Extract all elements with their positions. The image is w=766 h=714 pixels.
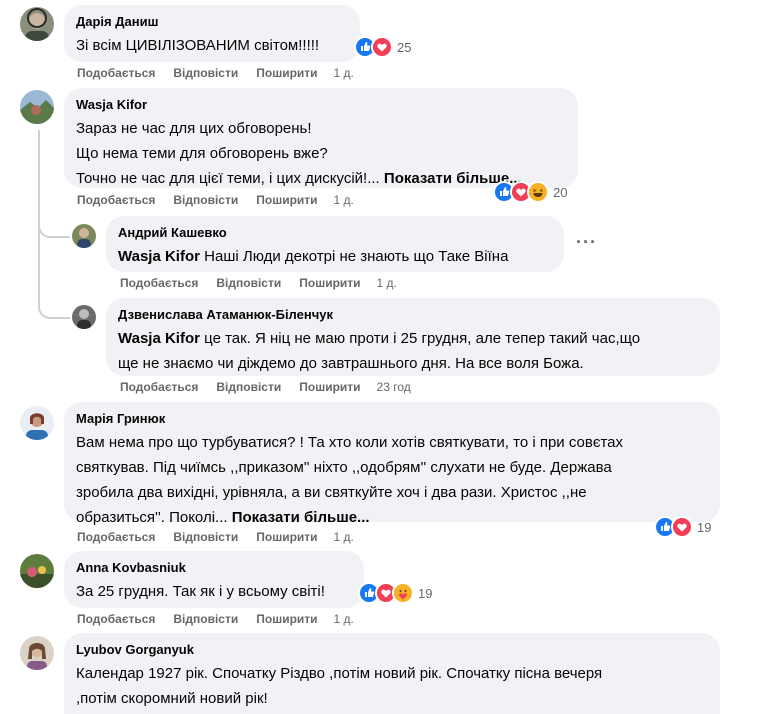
comment-actions: Подобається Відповісти Поширити 23 год [120, 380, 429, 394]
comment-actions: Подобається Відповісти Поширити 1 д. [77, 612, 372, 626]
reaction-summary[interactable]: 19 [654, 516, 711, 538]
share-button[interactable]: Поширити [256, 530, 317, 544]
comment-author[interactable]: Андрий Кашевко [118, 225, 552, 241]
avatar[interactable] [72, 305, 96, 329]
reaction-summary[interactable]: 20 [493, 181, 567, 203]
comment-text: Вам нема про що турбуватися? ! Та хто ко… [76, 430, 708, 530]
comment-text: Зараз не час для цих обговорень! Що нема… [76, 116, 566, 191]
like-button[interactable]: Подобається [120, 380, 198, 394]
reaction-count: 19 [418, 585, 433, 601]
comment-line: ще не знаємо чи діждемо до завтрашнього … [118, 355, 584, 372]
avatar[interactable] [20, 7, 54, 41]
reply-button[interactable]: Відповісти [173, 530, 238, 544]
comment-bubble: Lyubov Gorganyuk Календар 1927 рік. Споч… [64, 633, 720, 714]
comment-line: Календар 1927 рік. Спочатку Різдво ,поті… [76, 665, 603, 682]
comment-text: Wasja Kifor це так. Я ніц не маю проти і… [118, 326, 708, 376]
comment-text: Календар 1927 рік. Спочатку Різдво ,поті… [76, 661, 708, 711]
comment-line: Wasja Kifor Наші Люди декотрі не знають … [118, 248, 509, 265]
comment-author[interactable]: Wasja Kifor [76, 97, 566, 113]
comment-text: Зі всім ЦИВІЛІЗОВАНИМ світом!!!!! [76, 33, 348, 58]
love-icon [371, 36, 393, 58]
comment-time[interactable]: 1 д. [334, 612, 354, 626]
comment-line: Wasja Kifor це так. Я ніц не маю проти і… [118, 330, 641, 347]
care-icon [392, 582, 414, 604]
comment-actions: Подобається Відповісти Поширити 1 д. [77, 66, 372, 80]
reaction-summary[interactable]: 25 [354, 36, 411, 58]
avatar[interactable] [20, 554, 54, 588]
comment-time[interactable]: 1 д. [334, 66, 354, 80]
comment-actions: Подобається Відповісти Поширити 1 д. [120, 276, 415, 290]
reply-button[interactable]: Відповісти [173, 66, 238, 80]
comment-line: Вам нема про що турбуватися? ! Та хто ко… [76, 434, 624, 451]
love-icon [671, 516, 693, 538]
share-button[interactable]: Поширити [256, 193, 317, 207]
reply-bubble: Андрий Кашевко Wasja Kifor Наші Люди дек… [106, 216, 564, 272]
comment-bubble: Дарія Даниш Зі всім ЦИВІЛІЗОВАНИМ світом… [64, 5, 360, 62]
reply-button[interactable]: Відповісти [216, 276, 281, 290]
reply-button[interactable]: Відповісти [173, 193, 238, 207]
share-button[interactable]: Поширити [256, 66, 317, 80]
comment-line: святкував. Під чиїмсь ,,приказом'' ніхто… [76, 459, 612, 476]
thread-connector [38, 214, 70, 238]
reply-bubble: Дзвенислава Атаманюк-Біленчук Wasja Kifo… [106, 298, 720, 376]
reaction-summary[interactable]: 19 [358, 582, 432, 604]
comment-bubble: Anna Kovbasniuk За 25 грудня. Так як і у… [64, 551, 364, 608]
like-button[interactable]: Подобається [77, 530, 155, 544]
comment-author[interactable]: Марія Гринюк [76, 411, 708, 427]
comment-author[interactable]: Дарія Даниш [76, 14, 348, 30]
like-button[interactable]: Подобається [120, 276, 198, 290]
mention-link[interactable]: Wasja Kifor [118, 248, 200, 265]
reaction-count: 20 [553, 184, 568, 200]
comment-line: ,потім скоромний новий рік! [76, 690, 268, 707]
more-options-icon[interactable]: ··· [576, 232, 597, 253]
comment-author[interactable]: Lyubov Gorganyuk [76, 642, 708, 658]
avatar[interactable] [20, 90, 54, 124]
comment-time[interactable]: 1 д. [334, 530, 354, 544]
comment-time[interactable]: 1 д. [334, 193, 354, 207]
reaction-count: 25 [397, 39, 412, 55]
see-more-link[interactable]: Показати більше... [232, 509, 370, 526]
comment-time[interactable]: 23 год [377, 380, 411, 394]
thread-connector [38, 244, 70, 319]
haha-icon [527, 181, 549, 203]
like-button[interactable]: Подобається [77, 66, 155, 80]
avatar[interactable] [20, 636, 54, 670]
avatar[interactable] [20, 406, 54, 440]
like-button[interactable]: Подобається [77, 612, 155, 626]
comment-author[interactable]: Дзвенислава Атаманюк-Біленчук [118, 307, 708, 323]
comment-line: Зі всім ЦИВІЛІЗОВАНИМ світом!!!!! [76, 37, 320, 54]
comment-line: Зараз не час для цих обговорень! [76, 120, 312, 137]
reply-button[interactable]: Відповісти [216, 380, 281, 394]
comment-bubble: Марія Гринюк Вам нема про що турбуватися… [64, 402, 720, 526]
comment-text: За 25 грудня. Так як і у всьому світі! [76, 579, 352, 604]
reply-button[interactable]: Відповісти [173, 612, 238, 626]
comment-line: За 25 грудня. Так як і у всьому світі! [76, 583, 325, 600]
share-button[interactable]: Поширити [256, 612, 317, 626]
avatar[interactable] [72, 224, 96, 248]
like-button[interactable]: Подобається [77, 193, 155, 207]
comment-line: зробила два вихідні, урівняла, а ви свят… [76, 484, 587, 501]
comment-time[interactable]: 1 д. [377, 276, 397, 290]
comment-actions: Подобається Відповісти Поширити 1 д. [77, 193, 372, 207]
comment-author[interactable]: Anna Kovbasniuk [76, 560, 352, 576]
comment-line: Що нема теми для обговорень вже? [76, 145, 328, 162]
comment-line: образиться''. Поколі... Показати більше.… [76, 509, 370, 526]
share-button[interactable]: Поширити [299, 276, 360, 290]
comment-bubble: Wasja Kifor Зараз не час для цих обговор… [64, 88, 578, 188]
share-button[interactable]: Поширити [299, 380, 360, 394]
comment-actions: Подобається Відповісти Поширити 1 д. [77, 530, 372, 544]
reaction-count: 19 [697, 519, 712, 535]
mention-link[interactable]: Wasja Kifor [118, 330, 200, 347]
comment-text: Wasja Kifor Наші Люди декотрі не знають … [118, 244, 552, 269]
